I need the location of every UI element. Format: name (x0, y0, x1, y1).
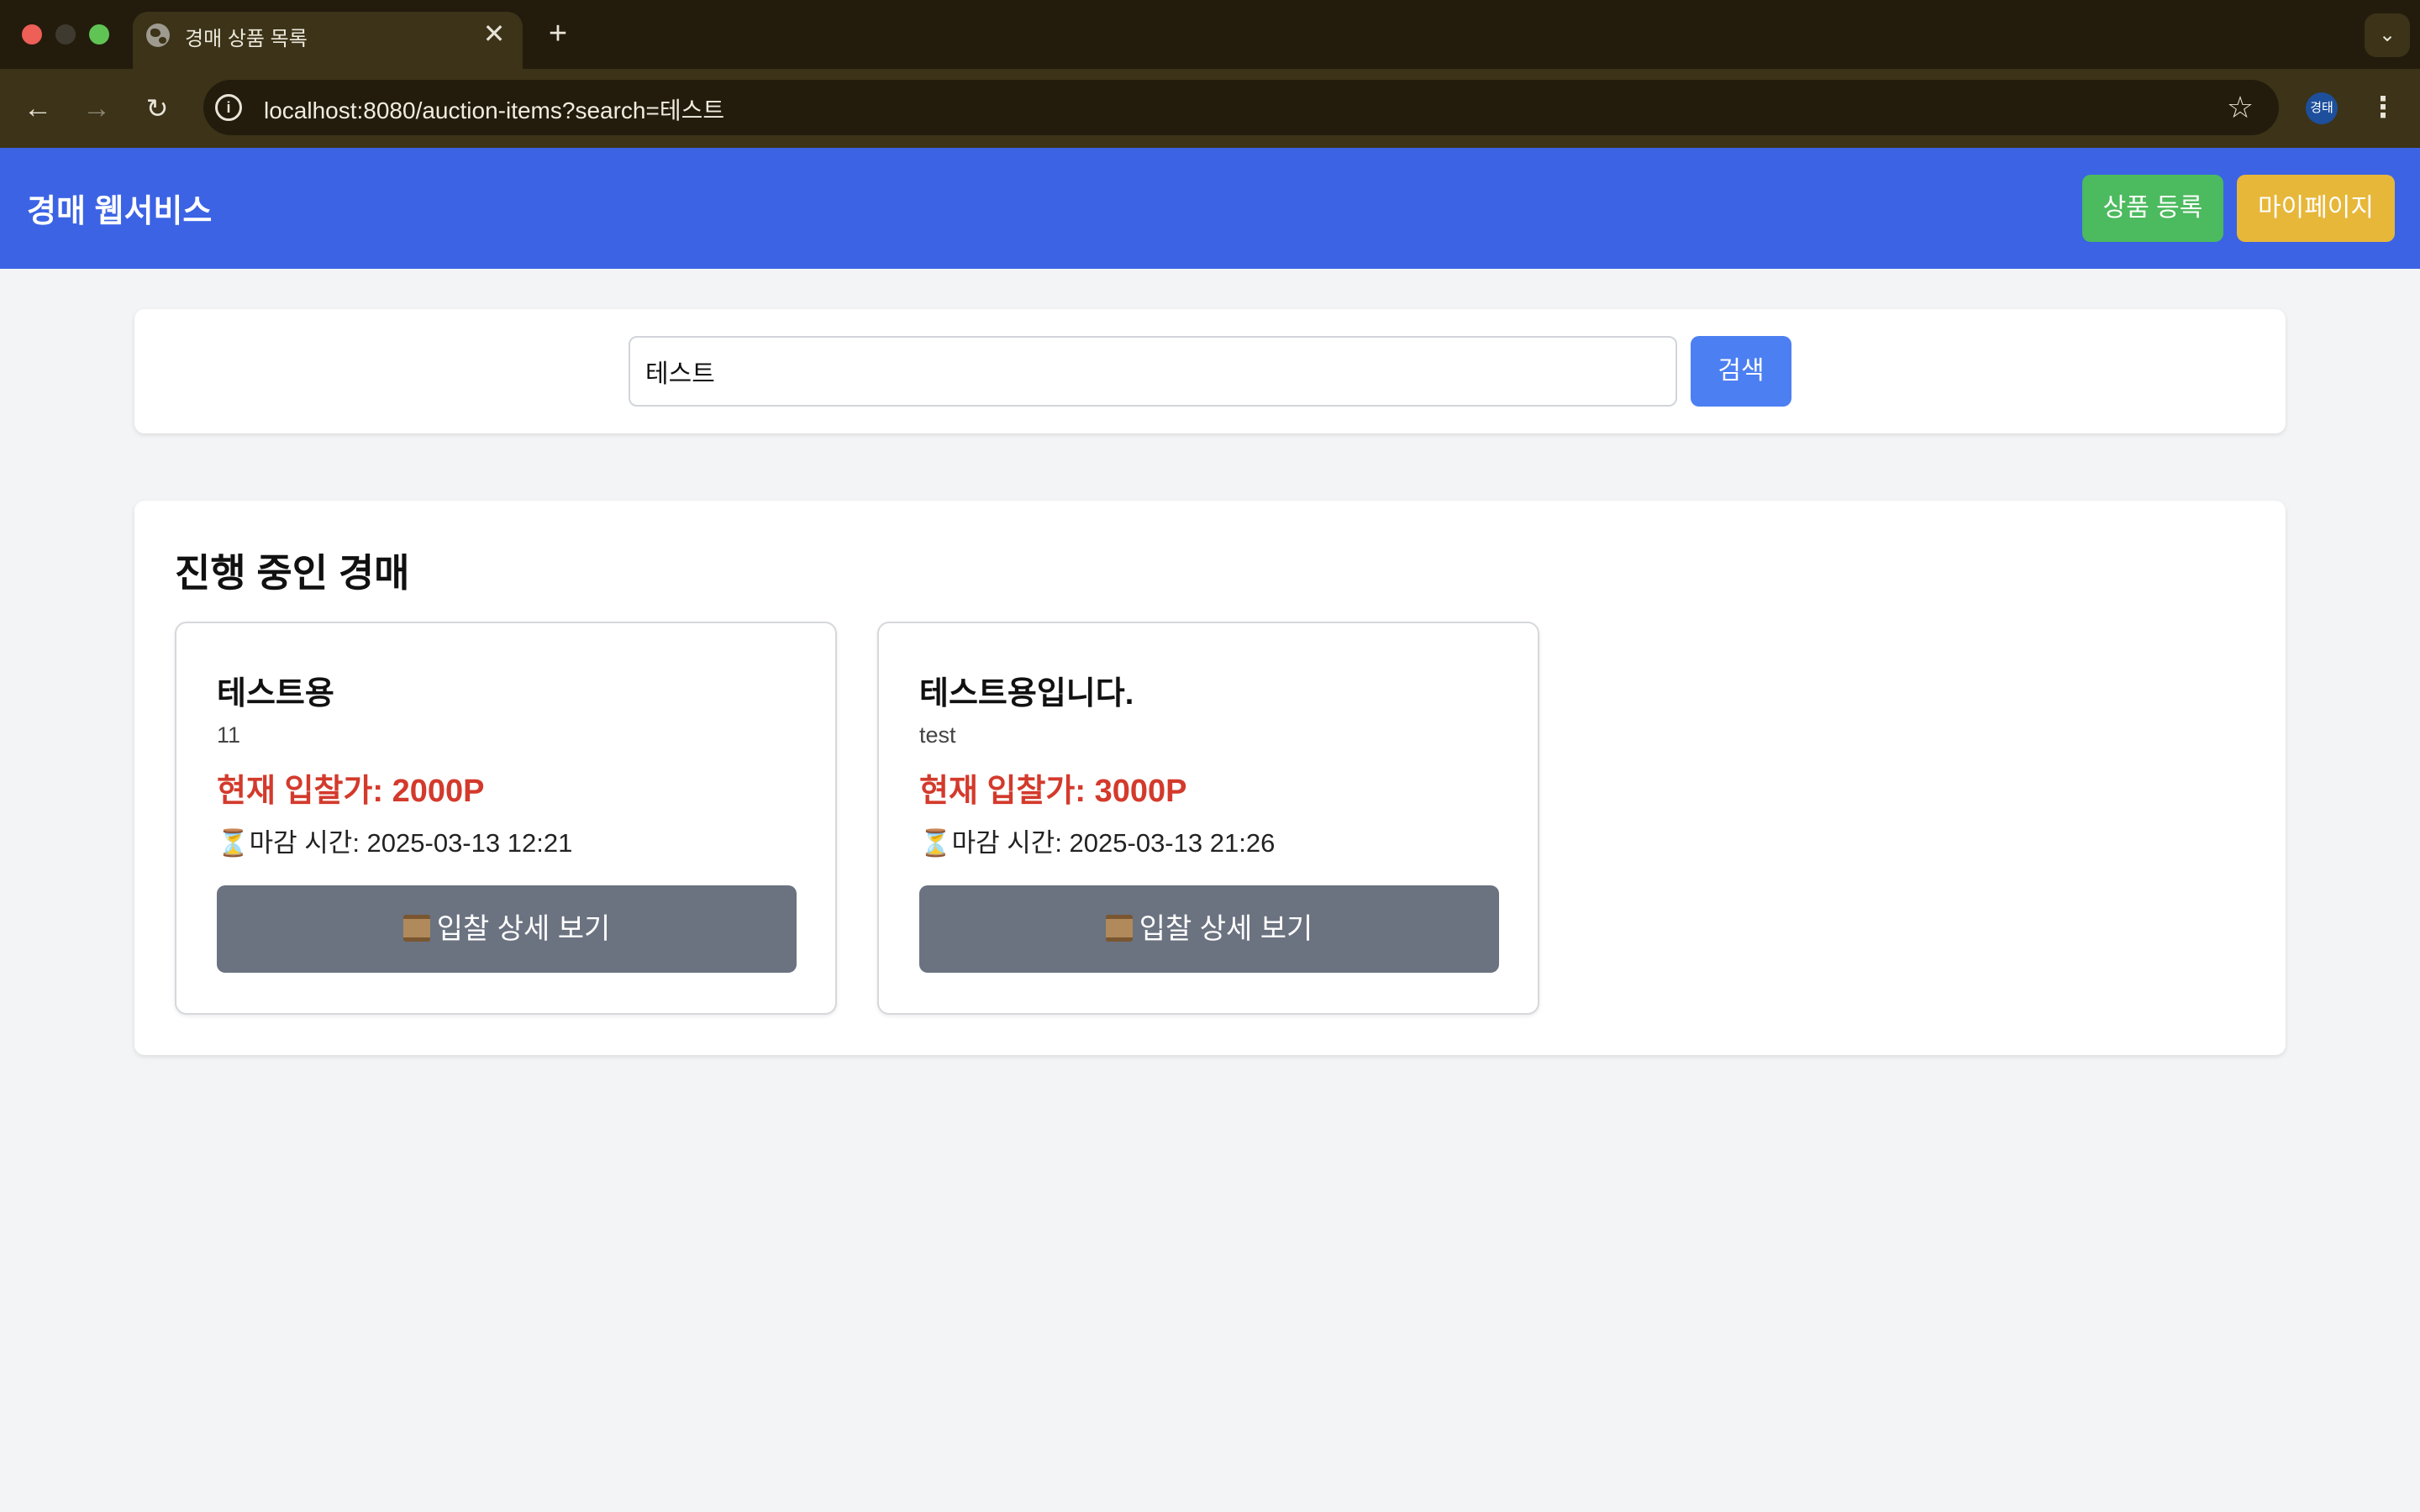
deadline-text: 마감 시간: 2025-03-13 12:21 (249, 828, 573, 858)
item-deadline: ⏳ 마감 시간: 2025-03-13 21:26 (919, 822, 1275, 859)
bid-detail-label: 입찰 상세 보기 (1139, 913, 1313, 945)
tab-search-button[interactable]: ⌄ (2365, 13, 2410, 57)
section-title: 진행 중인 경매 (175, 551, 410, 595)
bid-detail-button[interactable]: 입찰 상세 보기 (217, 885, 797, 973)
bid-detail-label: 입찰 상세 보기 (436, 913, 611, 945)
brand-title[interactable]: 경매 웹서비스 (27, 185, 212, 231)
scroll-icon (1105, 915, 1133, 942)
minimize-window-button[interactable] (55, 24, 76, 45)
item-description: 11 (217, 722, 241, 748)
hourglass-icon: ⏳ (217, 828, 250, 858)
mypage-button[interactable]: 마이페이지 (2237, 175, 2395, 242)
item-current-bid: 현재 입찰가: 2000P (217, 774, 485, 809)
auction-item-card: 테스트용입니다. test 현재 입찰가: 3000P ⏳ 마감 시간: 202… (877, 622, 1539, 1015)
globe-icon (146, 24, 170, 47)
search-button[interactable]: 검색 (1691, 336, 1791, 407)
url-text[interactable]: localhost:8080/auction-items?search=테스트 (264, 92, 724, 126)
profile-avatar[interactable]: 경태 (2306, 92, 2338, 124)
item-title: 테스트용 (217, 676, 334, 711)
register-item-button[interactable]: 상품 등록 (2082, 175, 2223, 242)
bid-detail-button[interactable]: 입찰 상세 보기 (919, 885, 1499, 973)
forward-arrow-icon[interactable]: → (76, 89, 118, 128)
site-header (0, 148, 2420, 269)
item-deadline: ⏳ 마감 시간: 2025-03-13 12:21 (217, 822, 572, 859)
new-tab-button[interactable]: + (541, 15, 575, 52)
back-arrow-icon[interactable]: ← (17, 89, 59, 128)
search-input[interactable] (629, 336, 1677, 407)
bookmark-star-icon[interactable]: ☆ (2222, 89, 2259, 126)
item-title: 테스트용입니다. (919, 676, 1134, 711)
tab-close-icon[interactable]: ✕ (479, 17, 509, 50)
hourglass-icon: ⏳ (919, 828, 952, 858)
item-current-bid: 현재 입찰가: 3000P (919, 774, 1187, 809)
tab-title: 경매 상품 목록 (185, 28, 308, 50)
reload-icon[interactable]: ↻ (136, 89, 178, 128)
maximize-window-button[interactable] (89, 24, 109, 45)
scroll-icon (402, 915, 430, 942)
site-info-icon[interactable]: i (215, 94, 242, 121)
close-window-button[interactable] (22, 24, 42, 45)
item-description: test (919, 722, 956, 748)
browser-menu-icon[interactable]: ⋮ (2368, 89, 2398, 126)
auction-item-card: 테스트용 11 현재 입찰가: 2000P ⏳ 마감 시간: 2025-03-1… (175, 622, 837, 1015)
deadline-text: 마감 시간: 2025-03-13 21:26 (951, 828, 1276, 858)
